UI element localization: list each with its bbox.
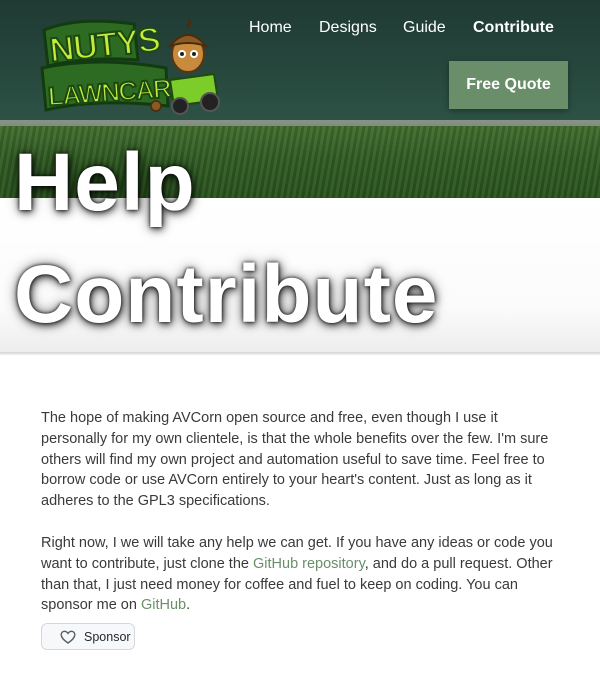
heart-icon [60, 629, 76, 645]
nav-item-guide[interactable]: Guide [403, 17, 446, 39]
main-nav: Home Designs Guide Contribute [240, 17, 580, 41]
hero-bottom-shadow [0, 352, 600, 355]
sponsor-button[interactable]: Sponsor [41, 623, 135, 650]
github-repository-link[interactable]: GitHub repository [253, 556, 365, 572]
help-paragraph: Right now, I we will take any help we ca… [41, 533, 561, 616]
free-quote-button[interactable]: Free Quote [449, 61, 568, 109]
logo-graphic: NUTYS LAWNCARE [40, 20, 220, 115]
help-text-end: . [186, 597, 191, 614]
github-sponsor-link[interactable]: GitHub [141, 597, 186, 613]
site-logo[interactable]: NUTYS LAWNCARE [38, 10, 220, 118]
intro-paragraph: The hope of making AVCorn open source an… [41, 410, 549, 510]
nav-item-contribute[interactable]: Contribute [473, 17, 554, 39]
page-title-line2: Contribute [14, 249, 439, 340]
page-title-line1: Help [14, 137, 196, 228]
sponsor-label: Sponsor [84, 629, 131, 644]
contribute-content: The hope of making AVCorn open source an… [41, 408, 561, 637]
nav-item-home[interactable]: Home [249, 17, 292, 39]
nav-item-designs[interactable]: Designs [319, 17, 377, 39]
